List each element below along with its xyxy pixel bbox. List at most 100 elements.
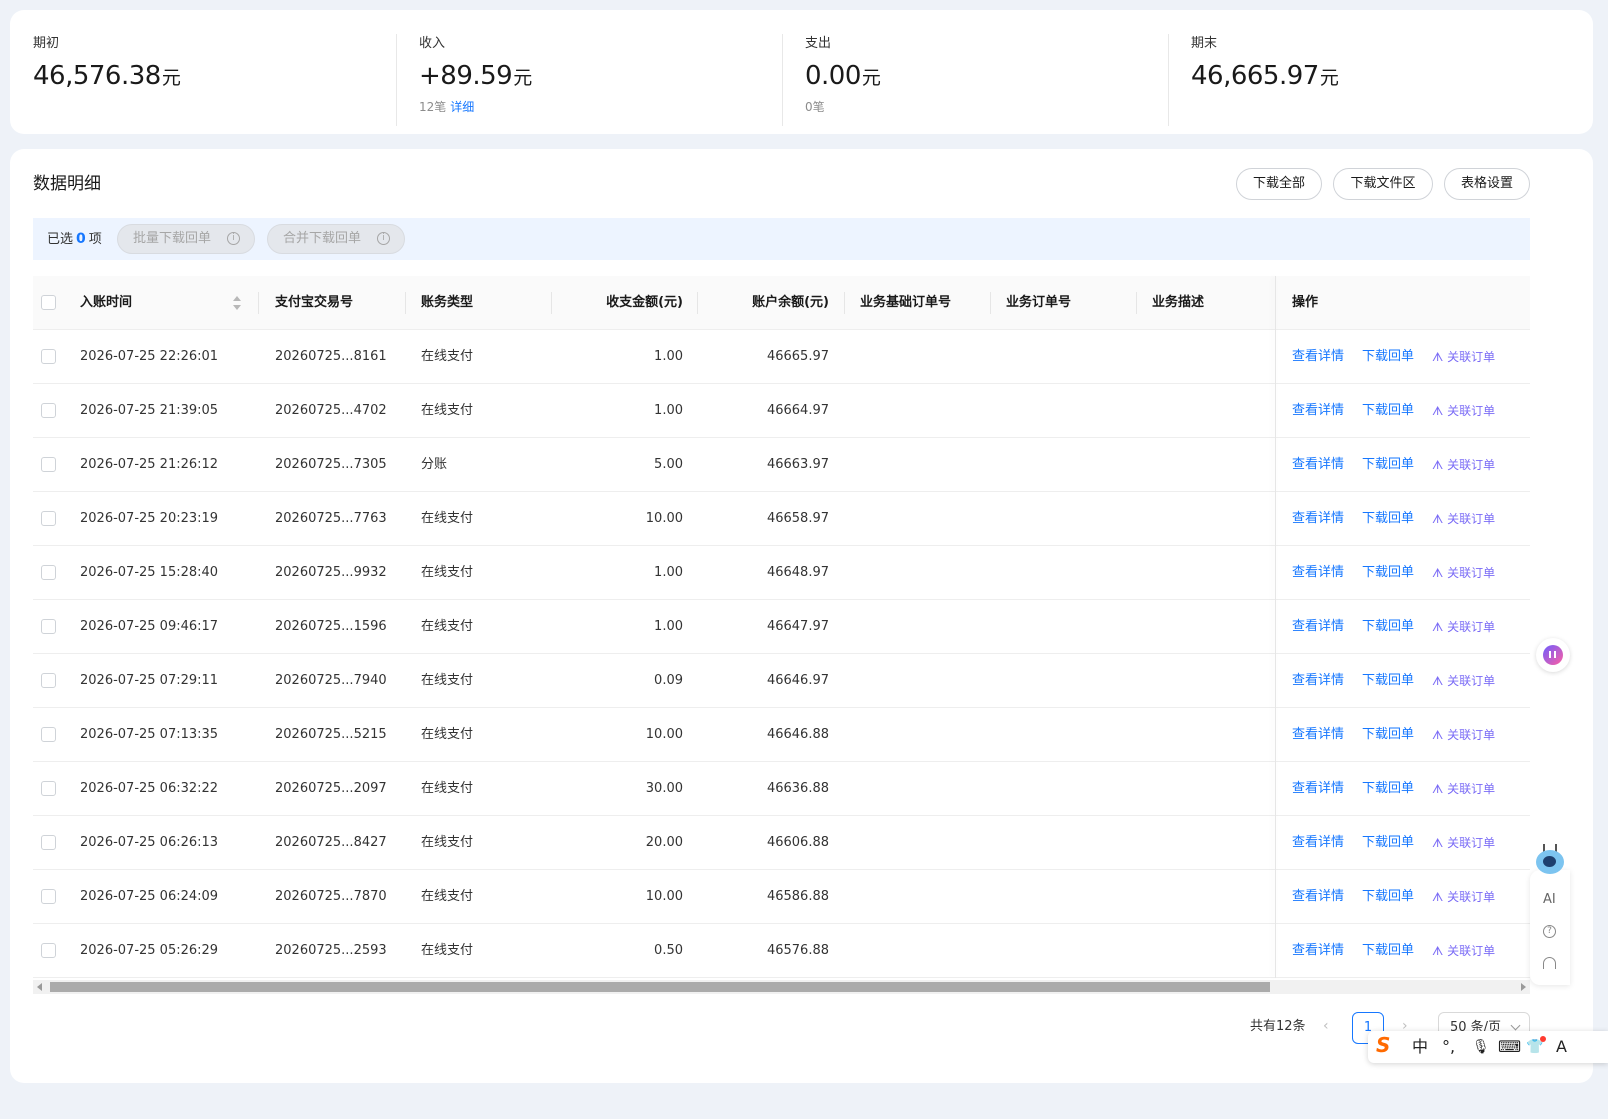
view-detail-link[interactable]: 查看详情	[1292, 384, 1344, 438]
view-detail-link[interactable]: 查看详情	[1292, 654, 1344, 708]
download-receipt-link[interactable]: 下载回单	[1362, 708, 1414, 762]
sort-icon[interactable]	[233, 296, 241, 312]
link-order-button[interactable]: ᗑ 关联订单	[1432, 384, 1495, 438]
ime-chinese-toggle[interactable]: 中	[1412, 1037, 1428, 1057]
link-order-button[interactable]: ᗑ 关联订单	[1432, 546, 1495, 600]
row-checkbox[interactable]	[41, 781, 56, 796]
link-order-button[interactable]: ᗑ 关联订单	[1432, 762, 1495, 816]
headset-icon[interactable]	[1543, 957, 1556, 969]
row-checkbox[interactable]	[41, 727, 56, 742]
info-icon[interactable]: i	[377, 232, 390, 245]
download-folder-button[interactable]: 下载文件区	[1333, 168, 1433, 200]
row-checkbox[interactable]	[41, 511, 56, 526]
download-receipt-link[interactable]: 下载回单	[1362, 600, 1414, 654]
table-row[interactable]: 2026-07-25 21:39:05 20260725...4702 在线支付 1.…	[33, 384, 1530, 438]
view-detail-link[interactable]: 查看详情	[1292, 330, 1344, 384]
table-row[interactable]: 2026-07-25 21:26:12 20260725...7305 分账 5.00…	[33, 438, 1530, 492]
row-checkbox[interactable]	[41, 889, 56, 904]
table-row[interactable]: 2026-07-25 06:32:22 20260725...2097 在线支付 30…	[33, 762, 1530, 816]
download-receipt-link[interactable]: 下载回单	[1362, 330, 1414, 384]
view-detail-link[interactable]: 查看详情	[1292, 708, 1344, 762]
row-checkbox[interactable]	[41, 673, 56, 688]
summary-item: 收入 +89.59元 12笔 详细	[396, 10, 782, 134]
cell-trade-no: 20260725...1596	[275, 619, 387, 634]
view-detail-link[interactable]: 查看详情	[1292, 438, 1344, 492]
link-order-button[interactable]: ᗑ 关联订单	[1432, 708, 1495, 762]
table-row[interactable]: 2026-07-25 06:26:13 20260725...8427 在线支付 20…	[33, 816, 1530, 870]
table-row[interactable]: 2026-07-25 05:26:29 20260725...2593 在线支付 0.…	[33, 924, 1530, 978]
table-body: 2026-07-25 22:26:01 20260725...8161 在线支付 1.…	[33, 330, 1530, 978]
link-order-button[interactable]: ᗑ 关联订单	[1432, 870, 1495, 924]
download-receipt-link[interactable]: 下载回单	[1362, 546, 1414, 600]
scroll-thumb[interactable]	[50, 982, 1270, 992]
link-order-button[interactable]: ᗑ 关联订单	[1432, 330, 1495, 384]
sogou-logo-icon[interactable]: S	[1376, 1035, 1398, 1057]
view-detail-link[interactable]: 查看详情	[1292, 924, 1344, 978]
link-order-button[interactable]: ᗑ 关联订单	[1432, 438, 1495, 492]
download-receipt-link[interactable]: 下载回单	[1362, 492, 1414, 546]
row-checkbox[interactable]	[41, 349, 56, 364]
side-ai-button[interactable]: AI	[1543, 892, 1556, 907]
download-receipt-link[interactable]: 下载回单	[1362, 762, 1414, 816]
row-checkbox[interactable]	[41, 403, 56, 418]
table-row[interactable]: 2026-07-25 15:28:40 20260725...9932 在线支付 1.…	[33, 546, 1530, 600]
cell-amount: 1.00	[654, 565, 683, 580]
download-receipt-link[interactable]: 下载回单	[1362, 924, 1414, 978]
link-order-button[interactable]: ᗑ 关联订单	[1432, 492, 1495, 546]
merge-download-button[interactable]: 合并下载回单 i	[267, 224, 405, 254]
table-row[interactable]: 2026-07-25 07:13:35 20260725...5215 在线支付 10…	[33, 708, 1530, 762]
scroll-right-icon[interactable]	[1521, 983, 1526, 991]
table-row[interactable]: 2026-07-25 07:29:11 20260725...7940 在线支付 0.…	[33, 654, 1530, 708]
col-header-time[interactable]: 入账时间	[80, 276, 132, 330]
view-detail-link[interactable]: 查看详情	[1292, 492, 1344, 546]
col-header-order: 业务订单号	[1006, 295, 1072, 310]
download-all-button[interactable]: 下载全部	[1236, 168, 1322, 200]
row-checkbox[interactable]	[41, 943, 56, 958]
table-row[interactable]: 2026-07-25 22:26:01 20260725...8161 在线支付 1.…	[33, 330, 1530, 384]
info-icon[interactable]: i	[227, 232, 240, 245]
ime-punct-toggle[interactable]: °,	[1442, 1037, 1455, 1057]
table-settings-button[interactable]: 表格设置	[1444, 168, 1530, 200]
ime-more-button[interactable]: A	[1556, 1037, 1567, 1057]
link-order-button[interactable]: ᗑ 关联订单	[1432, 816, 1495, 870]
cell-type: 在线支付	[421, 619, 474, 634]
batch-download-label: 批量下载回单	[133, 231, 212, 246]
horizontal-scrollbar[interactable]	[33, 980, 1530, 994]
link-order-button[interactable]: ᗑ 关联订单	[1432, 924, 1495, 978]
view-detail-link[interactable]: 查看详情	[1292, 546, 1344, 600]
download-receipt-link[interactable]: 下载回单	[1362, 384, 1414, 438]
ai-assistant-icon[interactable]	[1536, 638, 1570, 672]
mic-icon[interactable]: 🎙	[1472, 1037, 1490, 1057]
batch-download-button[interactable]: 批量下载回单 i	[117, 224, 255, 254]
keyboard-icon[interactable]: ⌨	[1498, 1037, 1521, 1057]
table-row[interactable]: 2026-07-25 09:46:17 20260725...1596 在线支付 1.…	[33, 600, 1530, 654]
table-row[interactable]: 2026-07-25 20:23:19 20260725...7763 在线支付 10…	[33, 492, 1530, 546]
select-all-checkbox[interactable]	[41, 295, 56, 310]
link-order-label: 关联订单	[1447, 944, 1496, 958]
robot-icon[interactable]	[1534, 844, 1566, 880]
download-receipt-link[interactable]: 下载回单	[1362, 816, 1414, 870]
cell-balance: 46648.97	[766, 565, 829, 580]
link-order-button[interactable]: ᗑ 关联订单	[1432, 654, 1495, 708]
download-receipt-link[interactable]: 下载回单	[1362, 870, 1414, 924]
selection-prefix: 已选	[47, 232, 74, 247]
row-checkbox[interactable]	[41, 619, 56, 634]
scroll-left-icon[interactable]	[37, 983, 42, 991]
prev-page-button[interactable]: ‹	[1323, 1018, 1329, 1034]
help-icon[interactable]: ?	[1543, 925, 1556, 938]
cell-type: 在线支付	[421, 943, 474, 958]
view-detail-link[interactable]: 查看详情	[1292, 870, 1344, 924]
row-checkbox[interactable]	[41, 457, 56, 472]
row-checkbox[interactable]	[41, 565, 56, 580]
view-detail-link[interactable]: 查看详情	[1292, 816, 1344, 870]
cell-type: 在线支付	[421, 511, 474, 526]
row-checkbox[interactable]	[41, 835, 56, 850]
table-row[interactable]: 2026-07-25 06:24:09 20260725...7870 在线支付 10…	[33, 870, 1530, 924]
download-receipt-link[interactable]: 下载回单	[1362, 438, 1414, 492]
view-detail-link[interactable]: 查看详情	[1292, 762, 1344, 816]
cell-balance: 46647.97	[766, 619, 829, 634]
download-receipt-link[interactable]: 下载回单	[1362, 654, 1414, 708]
link-order-button[interactable]: ᗑ 关联订单	[1432, 600, 1495, 654]
summary-detail-link[interactable]: 详细	[450, 100, 474, 114]
view-detail-link[interactable]: 查看详情	[1292, 600, 1344, 654]
